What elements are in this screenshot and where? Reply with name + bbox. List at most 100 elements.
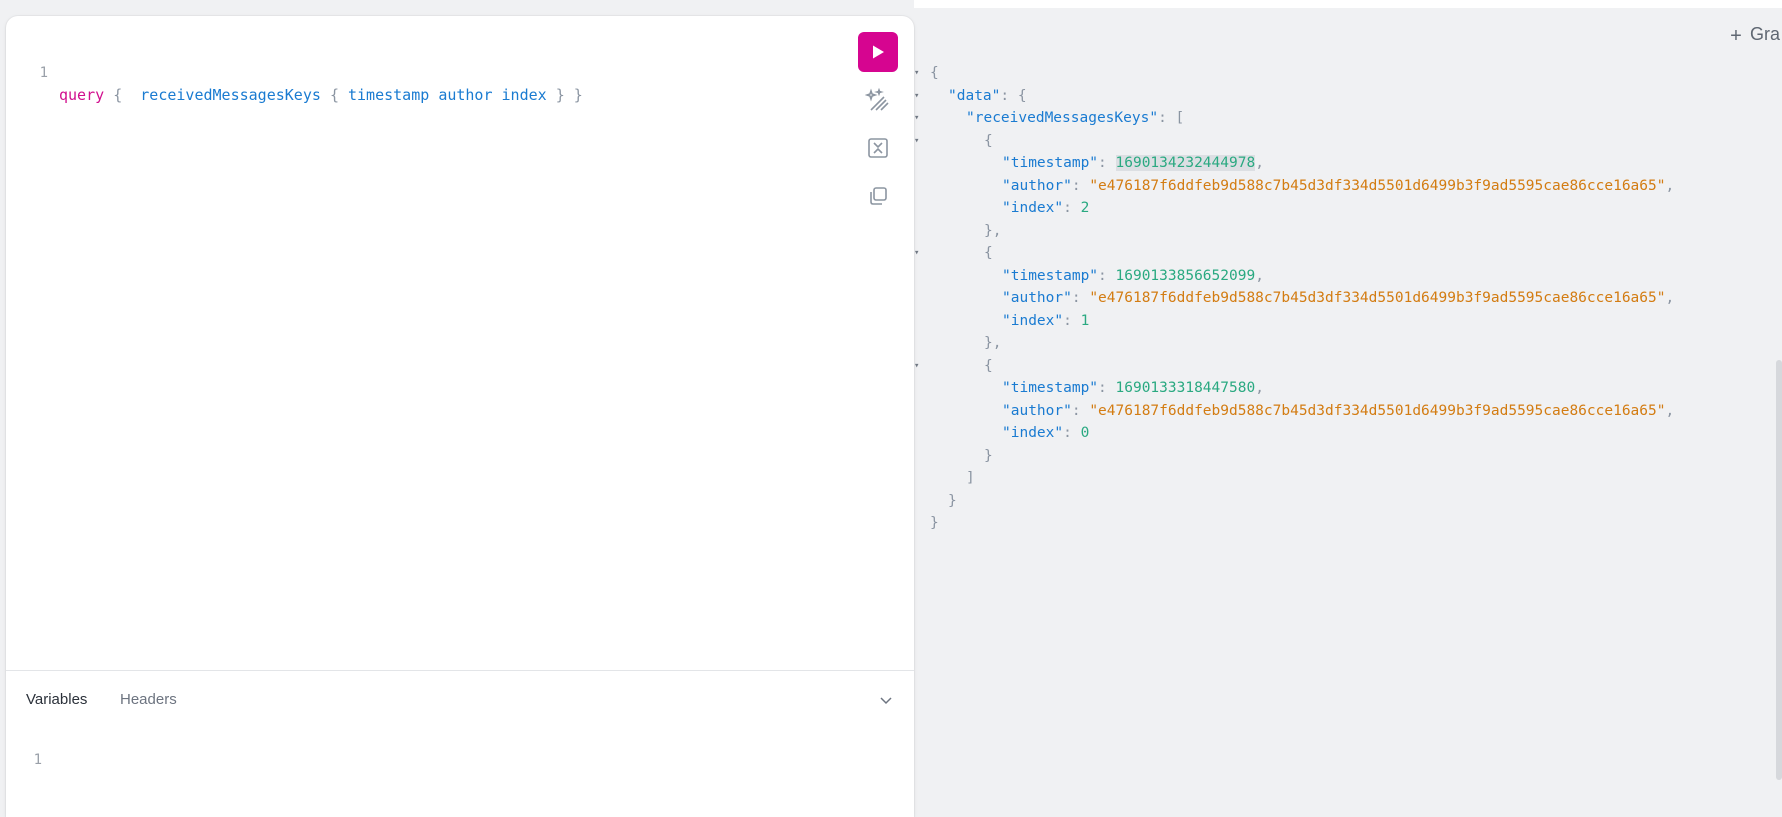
json-key: "data" (948, 87, 1001, 104)
json-line: "index": 1 (914, 310, 1774, 332)
json-key: "author" (1002, 290, 1072, 306)
json-line-content: "timestamp": 1690133318447580, (1002, 377, 1264, 399)
fold-toggle-icon[interactable]: ▾ (914, 85, 924, 107)
json-line-content: } (948, 490, 957, 512)
collapse-pane-button[interactable] (874, 688, 898, 712)
json-line-content: { (930, 62, 939, 84)
json-punct: { (984, 245, 993, 261)
json-punct: , (1665, 402, 1675, 419)
tab-headers[interactable]: Headers (120, 691, 177, 709)
tab-variables[interactable]: Variables (26, 691, 87, 709)
inner-brace-open: { (329, 86, 339, 104)
scrollbar[interactable] (1776, 360, 1782, 780)
fold-toggle-icon[interactable]: ▾ (914, 242, 924, 264)
json-line-content: } (930, 512, 939, 534)
json-line-content: { (984, 130, 993, 152)
field-author: author (438, 86, 493, 104)
json-punct: { (984, 132, 993, 149)
json-punct: : (1063, 200, 1081, 216)
variables-headers-pane: Variables Headers 1 (6, 670, 914, 817)
json-punct: : (1063, 425, 1081, 441)
json-line: }, (914, 332, 1774, 354)
json-number: 2 (1080, 200, 1090, 216)
json-punct: : (1098, 380, 1116, 396)
query-editor-line[interactable]: 1 query { receivedMessagesKeys { timesta… (6, 40, 583, 104)
fold-toggle-icon[interactable]: ▾ (914, 62, 924, 84)
brace-open: { (113, 86, 123, 104)
field-timestamp: timestamp (348, 86, 430, 104)
json-line-content: }, (984, 220, 1001, 242)
json-line: ▾ "receivedMessagesKeys": [ (914, 107, 1774, 129)
json-line: ▾{ (914, 355, 1774, 377)
json-punct: } (930, 515, 939, 531)
json-line: }, (914, 220, 1774, 242)
add-tab-button[interactable]: + (1722, 22, 1750, 50)
json-line-content: }, (984, 332, 1001, 354)
json-line: "timestamp": 1690133318447580, (914, 377, 1774, 399)
query-editor-panel: 1 query { receivedMessagesKeys { timesta… (6, 16, 914, 817)
merge-fragments-button[interactable] (858, 128, 898, 168)
variables-line-number: 1 (33, 752, 42, 768)
fold-toggle-icon[interactable]: ▾ (914, 130, 924, 152)
json-number: 1 (1080, 312, 1090, 329)
json-line-content: "author": "e476187f6ddfeb9d588c7b45d3df3… (1002, 400, 1674, 422)
json-line: "timestamp": 1690134232444978, (914, 152, 1774, 174)
magic-wand-icon (865, 87, 889, 111)
json-key: "author" (1002, 402, 1072, 419)
query-keyword: query (59, 86, 105, 104)
json-line-content: "author": "e476187f6ddfeb9d588c7b45d3df3… (1002, 287, 1674, 309)
json-punct: : [ (1158, 110, 1185, 126)
json-number: 1690133318447580 (1115, 380, 1256, 396)
json-line-content: "index": 2 (1002, 197, 1089, 219)
json-line: "timestamp": 1690133856652099, (914, 265, 1774, 287)
play-icon (873, 45, 884, 59)
json-line-content: ] (966, 467, 975, 489)
line-number: 1 (39, 65, 48, 81)
json-line: ] (914, 467, 1774, 489)
brace-close: } (573, 86, 583, 104)
fold-toggle-icon[interactable]: ▾ (914, 107, 924, 129)
json-key: "index" (1002, 200, 1064, 216)
merge-fragments-icon (868, 138, 888, 158)
tab-strip (914, 0, 1782, 8)
field-index: index (501, 86, 547, 104)
json-string: "e476187f6ddfeb9d588c7b45d3df334d5501d64… (1089, 290, 1666, 306)
query-code[interactable]: query { receivedMessagesKeys { timestamp… (59, 84, 583, 106)
json-key: "timestamp" (1002, 380, 1099, 396)
json-key: "timestamp" (1002, 155, 1099, 171)
json-punct: } (984, 447, 993, 464)
json-punct: : (1063, 312, 1081, 329)
json-punct: ] (966, 470, 975, 486)
json-line-content: "data": { (948, 85, 1027, 107)
fold-toggle-icon[interactable]: ▾ (914, 355, 924, 377)
json-line-content: "author": "e476187f6ddfeb9d588c7b45d3df3… (1002, 175, 1674, 197)
run-query-button[interactable] (858, 32, 898, 72)
json-line: "index": 0 (914, 422, 1774, 444)
json-line: } (914, 445, 1774, 467)
json-punct: , (1255, 380, 1264, 396)
json-key: "index" (1002, 312, 1064, 329)
json-punct: , (1665, 290, 1675, 306)
json-string: "e476187f6ddfeb9d588c7b45d3df334d5501d64… (1089, 177, 1666, 194)
tab-graphiql[interactable]: Gra (1750, 24, 1782, 45)
json-number: 0 (1080, 425, 1090, 441)
result-panel: + Gra ▾{▾ "data": {▾ "receivedMessagesKeys… (914, 0, 1782, 817)
chevron-down-icon (880, 697, 892, 705)
json-line: ▾{ (914, 130, 1774, 152)
prettify-button[interactable] (858, 80, 898, 120)
json-line: ▾ "data": { (914, 85, 1774, 107)
copy-icon (870, 187, 887, 205)
json-line-content: "timestamp": 1690134232444978, (1002, 152, 1264, 174)
json-line: "index": 2 (914, 197, 1774, 219)
json-line-content: "index": 1 (1002, 310, 1089, 332)
json-line-content: { (984, 355, 993, 377)
json-punct: : (1098, 267, 1116, 284)
copy-query-button[interactable] (858, 176, 898, 216)
json-punct: } (948, 492, 957, 509)
inner-brace-close: } (555, 86, 565, 104)
json-line-content: "timestamp": 1690133856652099, (1002, 265, 1264, 287)
json-line-content: { (984, 242, 993, 264)
json-line: } (914, 512, 1774, 534)
json-key: "author" (1002, 177, 1072, 194)
json-number: 1690133856652099 (1115, 267, 1256, 284)
